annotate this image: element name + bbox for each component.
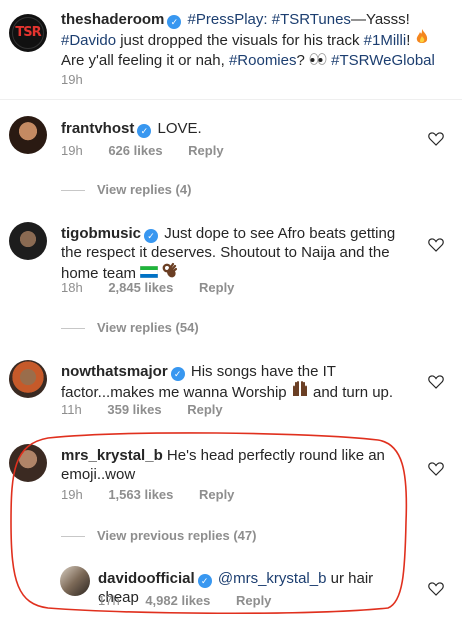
davidoofficial-avatar[interactable] (60, 566, 90, 596)
view-previous-replies-button[interactable]: View previous replies (47) (61, 528, 256, 543)
comment-meta: 19h 626 likes Reply (61, 143, 246, 158)
comment-username[interactable]: frantvhost (61, 120, 134, 137)
heart-icon[interactable] (428, 375, 444, 389)
reply-username[interactable]: davidoofficial (98, 570, 195, 587)
verified-badge-icon: ✓ (170, 367, 185, 381)
reply-meta: 17h 4,982 likes Reply (98, 593, 293, 608)
fire-emoji-icon (415, 29, 429, 51)
tigobmusic-avatar[interactable] (9, 222, 47, 260)
comment-meta: 11h 359 likes Reply (61, 402, 245, 417)
comment-likes[interactable]: 626 likes (108, 143, 162, 158)
reply-time: 17h (98, 593, 120, 608)
mention-link[interactable]: @mrs_krystal_b (218, 570, 327, 587)
replies-line (61, 536, 85, 538)
caption-divider (0, 99, 462, 100)
comment-username[interactable]: nowthatsmajor (61, 363, 168, 380)
comment-username[interactable]: mrs_krystal_b (61, 447, 163, 464)
raised-hands-icon (291, 381, 309, 403)
replies-line (61, 190, 85, 192)
comment-likes[interactable]: 2,845 likes (108, 280, 173, 295)
view-replies-button[interactable]: View replies (4) (61, 182, 191, 197)
comment-message: LOVE. (157, 120, 202, 137)
comment-message-end: and turn up. (313, 384, 394, 401)
caption-text-part: ? (296, 52, 309, 69)
nowthatsmajor-avatar[interactable] (9, 360, 47, 398)
comment-time: 19h (61, 143, 83, 158)
caption-text-part: Are y'all feeling it or nah, (61, 52, 229, 69)
reply-button[interactable]: Reply (199, 280, 234, 295)
hashtag-davido[interactable]: #Davido (61, 32, 116, 49)
view-replies-label: View previous replies (47) (97, 528, 257, 543)
caption-timestamp: 19h (61, 72, 83, 87)
verified-badge-icon: ✓ (137, 124, 152, 138)
hashtag-tsrweglobal[interactable]: #TSRWeGlobal (331, 52, 435, 69)
comment-likes[interactable]: 359 likes (107, 402, 161, 417)
caption-text-part: —Yasss! (350, 11, 410, 28)
reply-button[interactable]: Reply (236, 593, 271, 608)
view-replies-label: View replies (4) (97, 182, 192, 197)
comment-time: 18h (61, 280, 83, 295)
avatar-logo-text: TSR (15, 25, 41, 40)
comment-meta: 19h 1,563 likes Reply (61, 487, 256, 502)
frantvhost-avatar[interactable] (9, 116, 47, 154)
view-replies-button[interactable]: View replies (54) (61, 320, 199, 335)
reply-button[interactable]: Reply (187, 402, 222, 417)
view-replies-label: View replies (54) (97, 320, 199, 335)
verified-badge-icon: ✓ (144, 229, 159, 243)
comment-text: tigobmusic ✓ Just dope to see Afro beats … (61, 224, 406, 284)
reply-button[interactable]: Reply (199, 487, 234, 502)
comment-time: 19h (61, 487, 83, 502)
hashtag-roomies[interactable]: #Roomies (229, 52, 297, 69)
heart-icon[interactable] (428, 132, 444, 146)
comment-text: mrs_krystal_b He's head perfectly round … (61, 446, 391, 484)
comment-meta: 18h 2,845 likes Reply (61, 280, 256, 295)
caption-text: theshaderoom ✓ #PressPlay: #TSRTunes—Yass… (61, 10, 451, 71)
verified-badge-icon: ✓ (167, 15, 182, 29)
comment-text: nowthatsmajor ✓ His songs have the IT fac… (61, 362, 406, 403)
hashtag-pressplay[interactable]: #PressPlay: #TSRTunes (188, 11, 351, 28)
caption-username[interactable]: theshaderoom (61, 11, 164, 28)
reply-likes[interactable]: 4,982 likes (145, 593, 210, 608)
caption-text-part: ! (406, 32, 415, 49)
mrs-krystal-b-avatar[interactable] (9, 444, 47, 482)
comment-time: 11h (61, 402, 82, 417)
heart-icon[interactable] (428, 582, 444, 596)
heart-icon[interactable] (428, 462, 444, 476)
hashtag-1milli[interactable]: #1Milli (364, 32, 407, 49)
verified-badge-icon: ✓ (197, 574, 212, 588)
caption-text-part: just dropped the visuals for his track (116, 32, 364, 49)
comment-likes[interactable]: 1,563 likes (108, 487, 173, 502)
comment-text: frantvhost ✓ LOVE. (61, 119, 416, 138)
reply-button[interactable]: Reply (188, 143, 223, 158)
eyes-emoji-icon (309, 52, 327, 71)
theshaderoom-avatar[interactable]: TSR (9, 14, 47, 52)
post-caption: TSR theshaderoom ✓ #PressPlay: #TSRTunes—… (0, 0, 462, 96)
heart-icon[interactable] (428, 238, 444, 252)
comment-username[interactable]: tigobmusic (61, 225, 141, 242)
replies-line (61, 328, 85, 330)
